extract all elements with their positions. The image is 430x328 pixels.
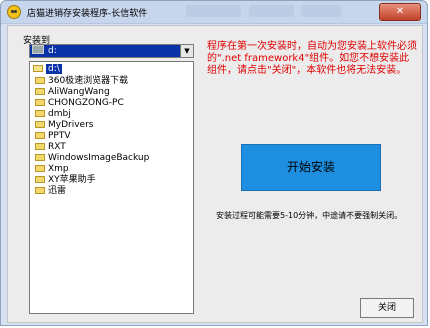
folder-icon: [35, 88, 45, 95]
folder-icon: [35, 77, 45, 84]
app-icon: [7, 5, 21, 19]
folder-icon: [35, 132, 45, 139]
folder-icon: [35, 99, 45, 106]
folder-icon: [35, 154, 45, 161]
folder-icon: [35, 176, 45, 183]
folder-icon: [35, 143, 45, 150]
installer-window: 店猫进销存安装程序-长信软件 ✕ 安装到 d: ▼ d:\ 360极速浏览器下载…: [0, 0, 428, 326]
title-bar[interactable]: 店猫进销存安装程序-长信软件 ✕: [1, 1, 427, 24]
folder-item[interactable]: dmbj: [35, 109, 71, 119]
install-note: 程序在第一次安装时，自动为您安装上软件必须的".net framework4"组…: [207, 41, 417, 76]
title-blur-1: [186, 5, 241, 17]
tree-root-label: d:\: [46, 64, 62, 74]
tree-root[interactable]: d:\: [33, 64, 62, 74]
folder-item[interactable]: CHONGZONG-PC: [35, 98, 124, 108]
drive-label: d:: [48, 46, 57, 56]
folder-tree[interactable]: d:\ 360极速浏览器下载 AliWangWang CHONGZONG-PC …: [29, 61, 194, 314]
folder-icon: [35, 121, 45, 128]
open-folder-icon: [33, 65, 43, 72]
chevron-down-icon[interactable]: ▼: [180, 45, 193, 57]
folder-item[interactable]: MyDrivers: [35, 120, 93, 130]
title-blur-3: [301, 5, 341, 17]
window-title: 店猫进销存安装程序-长信软件: [27, 9, 148, 19]
title-blur-2: [249, 5, 294, 17]
close-button[interactable]: 关闭: [360, 298, 414, 318]
start-install-button[interactable]: 开始安装: [241, 144, 381, 191]
folder-icon: [35, 110, 45, 117]
folder-item[interactable]: RXT: [35, 142, 66, 152]
folder-item[interactable]: AliWangWang: [35, 87, 110, 97]
folder-icon: [35, 187, 45, 194]
drive-selected-value: d:: [30, 45, 182, 57]
install-info-text: 安装过程可能需要5-10分钟，中途请不要强制关闭。: [216, 211, 403, 220]
folder-item[interactable]: Xmp: [35, 164, 69, 174]
folder-item[interactable]: XY苹果助手: [35, 175, 96, 185]
folder-item[interactable]: WindowsImageBackup: [35, 153, 149, 163]
folder-item[interactable]: PPTV: [35, 131, 71, 141]
folder-item[interactable]: 迅雷: [35, 186, 66, 196]
drive-dropdown[interactable]: d: ▼: [29, 44, 194, 58]
folder-item[interactable]: 360极速浏览器下载: [35, 76, 128, 86]
folder-icon: [35, 165, 45, 172]
window-close-button[interactable]: ✕: [379, 3, 421, 21]
drive-icon: [32, 45, 44, 54]
